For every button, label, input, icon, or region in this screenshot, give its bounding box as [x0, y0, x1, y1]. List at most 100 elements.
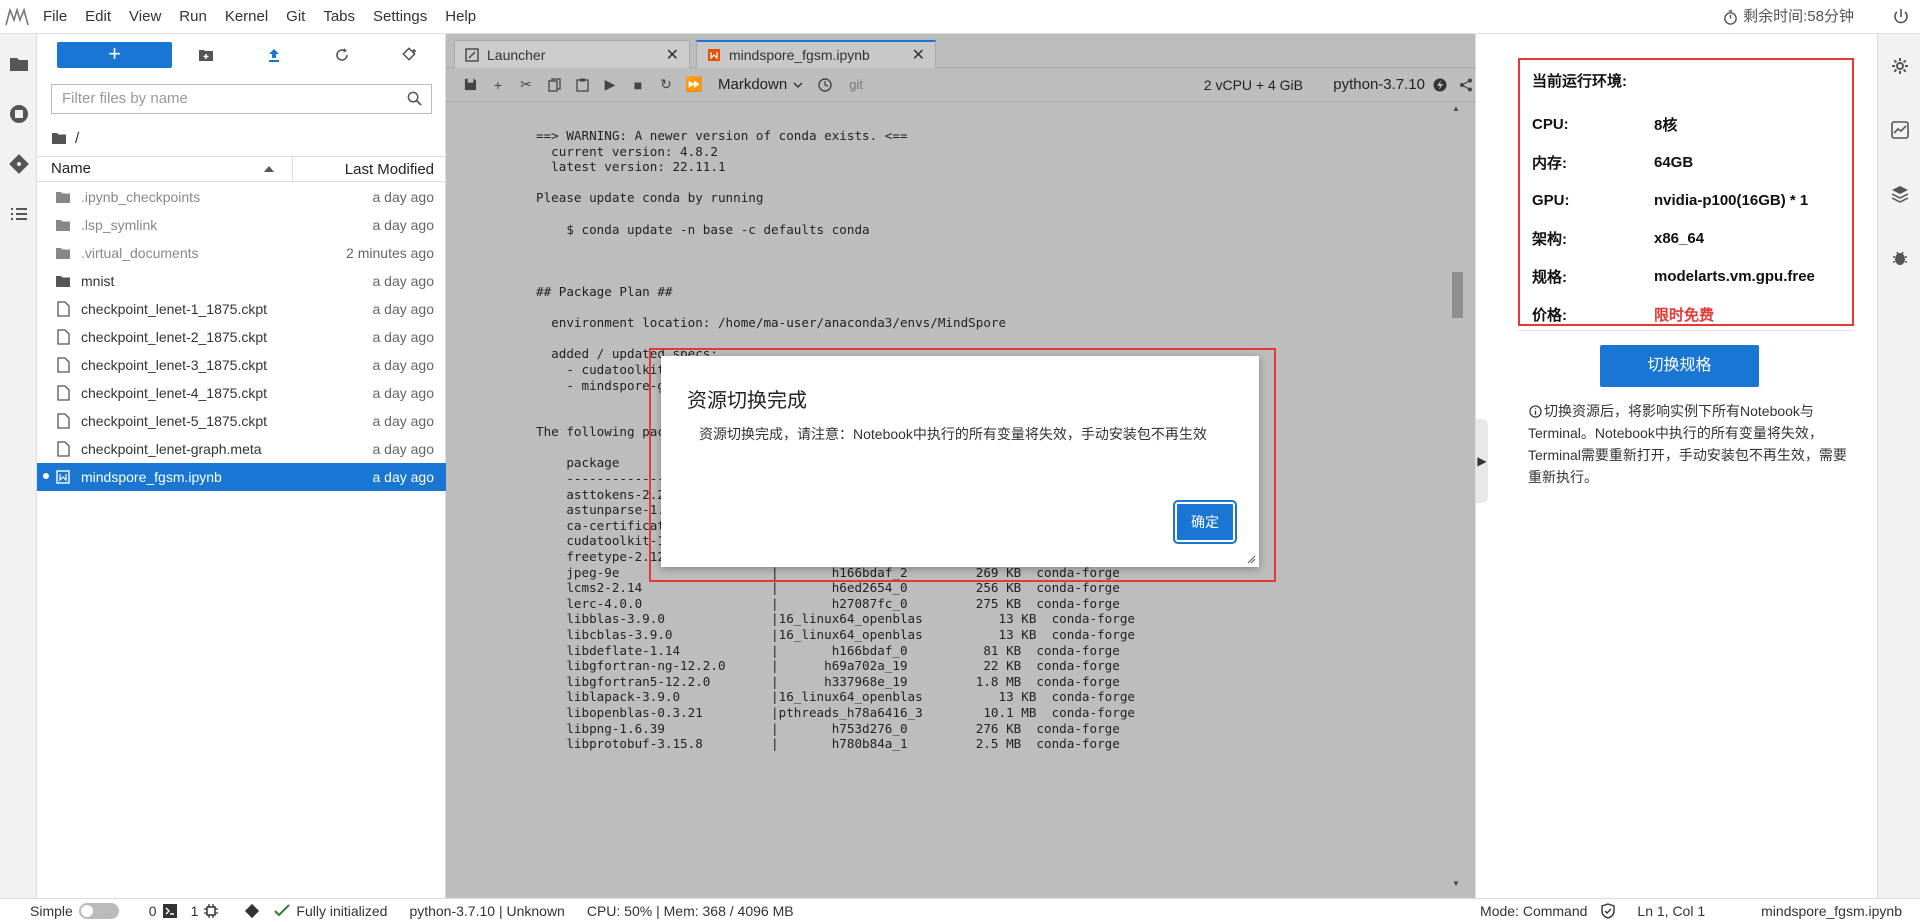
list-item[interactable]: .ipynb_checkpoints a day ago: [37, 183, 446, 211]
file-modified: 2 minutes ago: [346, 245, 434, 261]
file-modified: a day ago: [372, 301, 435, 317]
file-modified: a day ago: [372, 469, 435, 485]
file-modified: a day ago: [372, 189, 435, 205]
fast-forward-icon[interactable]: ⏩: [680, 71, 708, 99]
current-file-name: mindspore_fgsm.ipynb: [1761, 902, 1902, 919]
cursor-position[interactable]: Ln 1, Col 1: [1637, 903, 1705, 919]
env-key: 规格:: [1532, 268, 1567, 286]
run-icon[interactable]: ▶: [596, 71, 624, 99]
toggle-switch[interactable]: [78, 902, 119, 919]
simple-mode-toggle[interactable]: Simple: [30, 902, 119, 919]
close-icon[interactable]: ✕: [666, 45, 679, 65]
list-item[interactable]: checkpoint_lenet-graph.meta a day ago: [37, 435, 446, 463]
vertical-scrollbar[interactable]: ▲ ▼: [1446, 102, 1466, 890]
list-item-selected[interactable]: mindspore_fgsm.ipynb a day ago: [37, 463, 446, 491]
new-launcher-button[interactable]: +: [57, 42, 172, 68]
breadcrumb-root[interactable]: /: [75, 130, 79, 147]
list-item[interactable]: mnist a day ago: [37, 267, 446, 295]
file-name: .virtual_documents: [81, 245, 199, 261]
list-item[interactable]: checkpoint_lenet-5_1875.ckpt a day ago: [37, 407, 446, 435]
file-browser-tab-icon[interactable]: [0, 34, 37, 94]
paste-icon[interactable]: [568, 71, 596, 99]
new-folder-icon[interactable]: [172, 42, 240, 68]
menu-settings[interactable]: Settings: [364, 0, 436, 34]
stop-icon[interactable]: ■: [624, 71, 652, 99]
column-modified-header[interactable]: Last Modified: [293, 161, 446, 178]
restart-icon[interactable]: ↻: [652, 71, 680, 99]
list-item[interactable]: .lsp_symlink a day ago: [37, 211, 446, 239]
menu-file[interactable]: File: [34, 0, 76, 34]
env-key: CPU:: [1532, 115, 1569, 133]
lsp-status[interactable]: Fully initialized: [274, 903, 387, 919]
menu-edit[interactable]: Edit: [76, 0, 120, 34]
folder-icon[interactable]: [51, 132, 67, 145]
git-clone-icon[interactable]: [376, 42, 444, 68]
collapse-panel-icon[interactable]: ▶: [1476, 419, 1488, 503]
layers-icon[interactable]: [1878, 162, 1920, 226]
settings-gear-icon[interactable]: [1878, 34, 1920, 98]
resize-handle-icon[interactable]: [1246, 554, 1256, 564]
tab-notebook[interactable]: mindspore_fgsm.ipynb ✕: [696, 40, 936, 68]
copy-icon[interactable]: [540, 71, 568, 99]
save-icon[interactable]: [456, 71, 484, 99]
file-icon: [55, 441, 71, 457]
resource-monitor-icon[interactable]: [1878, 98, 1920, 162]
close-icon[interactable]: ✕: [912, 45, 925, 65]
menu-run[interactable]: Run: [170, 0, 216, 34]
list-item[interactable]: checkpoint_lenet-2_1875.ckpt a day ago: [37, 323, 446, 351]
remaining-time: 剩余时间:58分钟: [1723, 0, 1854, 34]
env-value: 8核: [1654, 116, 1678, 134]
list-item[interactable]: checkpoint_lenet-3_1875.ckpt a day ago: [37, 351, 446, 379]
power-icon[interactable]: [1892, 8, 1910, 26]
running-indicator: [43, 473, 49, 479]
cell-type-select[interactable]: Markdown: [718, 76, 803, 93]
menu-help[interactable]: Help: [436, 0, 485, 34]
git-label[interactable]: git: [849, 77, 863, 92]
confirm-button[interactable]: 确定: [1173, 500, 1237, 544]
file-modified: a day ago: [372, 357, 435, 373]
env-value: nvidia-p100(16GB) * 1: [1654, 191, 1809, 209]
upload-icon[interactable]: [240, 42, 308, 68]
column-name-header[interactable]: Name: [37, 157, 293, 181]
cut-icon[interactable]: ✂: [512, 71, 540, 99]
menu-kernel[interactable]: Kernel: [216, 0, 277, 34]
env-value-price: 限时免费: [1654, 306, 1715, 324]
menu-tabs[interactable]: Tabs: [314, 0, 364, 34]
running-sessions-icon[interactable]: [0, 94, 37, 134]
git-status-icon[interactable]: [244, 903, 260, 919]
shield-icon[interactable]: [1601, 902, 1616, 919]
env-title: 当前运行环境:: [1532, 73, 1627, 90]
file-name: checkpoint_lenet-2_1875.ckpt: [81, 329, 268, 345]
terminal-icon: [162, 903, 177, 918]
kernel-name[interactable]: python-3.7.10: [1333, 68, 1425, 102]
menu-git[interactable]: Git: [277, 0, 314, 34]
kernel-spec[interactable]: 2 vCPU + 4 GiB: [1204, 68, 1303, 102]
debugger-bug-icon[interactable]: [1878, 226, 1920, 290]
kernels-count[interactable]: 1: [191, 903, 219, 919]
menu-view[interactable]: View: [120, 0, 170, 34]
scroll-down-icon[interactable]: ▼: [1452, 879, 1460, 888]
list-item[interactable]: checkpoint_lenet-4_1875.ckpt a day ago: [37, 379, 446, 407]
share-icon[interactable]: [1459, 78, 1473, 92]
file-filter-input[interactable]: Filter files by name: [51, 84, 432, 114]
tab-launcher[interactable]: Launcher ✕: [454, 40, 690, 68]
env-value: x86_64: [1654, 229, 1705, 247]
resource-panel: ▶ 当前运行环境: CPU: 8核 内存: 64GB GPU: nvidia-p100…: [1475, 34, 1877, 898]
file-modified: a day ago: [372, 329, 435, 345]
git-icon[interactable]: [0, 134, 37, 194]
command-mode: Mode: Command: [1480, 902, 1588, 919]
env-row-gpu: GPU: nvidia-p100(16GB) * 1: [1532, 181, 1840, 219]
refresh-icon[interactable]: [308, 42, 376, 68]
kernel-status[interactable]: python-3.7.10 | Unknown: [409, 903, 564, 919]
scrollbar-thumb[interactable]: [1452, 272, 1463, 318]
env-value: 64GB: [1654, 153, 1694, 171]
table-of-contents-icon[interactable]: [0, 194, 37, 234]
clock-icon[interactable]: [811, 71, 839, 99]
list-item[interactable]: .virtual_documents 2 minutes ago: [37, 239, 446, 267]
file-name: checkpoint_lenet-3_1875.ckpt: [81, 357, 268, 373]
add-cell-icon[interactable]: +: [484, 71, 512, 99]
list-item[interactable]: checkpoint_lenet-1_1875.ckpt a day ago: [37, 295, 446, 323]
switch-flavor-button[interactable]: 切换规格: [1600, 345, 1759, 387]
scroll-up-icon[interactable]: ▲: [1452, 104, 1460, 113]
terminals-count[interactable]: 0: [149, 903, 177, 919]
